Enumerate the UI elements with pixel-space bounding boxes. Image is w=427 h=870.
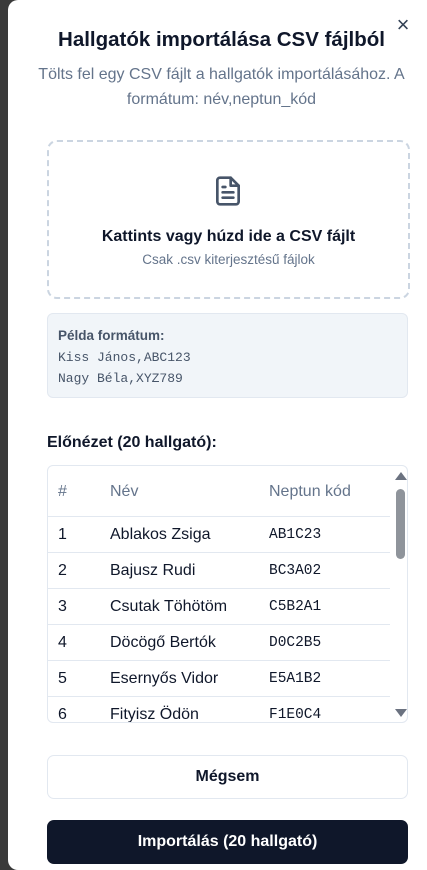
row-name: Bajusz Rudi <box>110 562 196 579</box>
example-line: Nagy Béla,XYZ789 <box>58 371 183 386</box>
dropzone-sub-text: Csak .csv kiterjesztésű fájlok <box>142 252 315 267</box>
table-row: 1 Ablakos Zsiga AB1C23 <box>48 516 390 552</box>
scroll-down-arrow-icon[interactable] <box>395 709 407 717</box>
cancel-button[interactable]: Mégsem <box>47 755 408 799</box>
row-neptun-code: F1E0C4 <box>269 707 322 723</box>
column-header-number: # <box>58 483 67 500</box>
row-number: 6 <box>58 706 67 723</box>
table-scrollbar[interactable] <box>392 466 407 722</box>
example-format-box: Példa formátum: Kiss János,ABC123 Nagy B… <box>47 313 408 398</box>
row-neptun-code: C5B2A1 <box>269 599 322 615</box>
row-number: 3 <box>58 598 67 615</box>
dropzone-main-text: Kattints vagy húzd ide a CSV fájlt <box>101 228 356 245</box>
table-row: 4 Döcögő Bertók D0C2B5 <box>48 624 390 660</box>
file-text-icon <box>216 176 240 206</box>
dialog-title: Hallgatók importálása CSV fájlból <box>58 28 385 51</box>
row-number: 2 <box>58 562 67 579</box>
preview-label: Előnézet (20 hallgató): <box>47 434 217 451</box>
dialog-subtitle: Tölts fel egy CSV fájlt a hallgatók impo… <box>38 66 405 108</box>
row-number: 4 <box>58 634 67 651</box>
row-name: Csutak Töhötöm <box>110 598 228 615</box>
preview-table[interactable]: # Név Neptun kód 1 Ablakos Zsiga AB1C23 … <box>47 465 408 723</box>
row-number: 5 <box>58 670 67 687</box>
column-header-name: Név <box>110 483 139 500</box>
row-name: Esernyős Vidor <box>110 670 219 687</box>
row-neptun-code: BC3A02 <box>269 563 322 579</box>
row-name: Fityisz Ödön <box>110 706 199 723</box>
table-row: 3 Csutak Töhötöm C5B2A1 <box>48 588 390 624</box>
scroll-up-arrow-icon[interactable] <box>395 472 407 480</box>
row-neptun-code: E5A1B2 <box>269 671 322 687</box>
row-number: 1 <box>58 526 67 543</box>
scroll-thumb[interactable] <box>396 489 405 559</box>
csv-dropzone[interactable]: Kattints vagy húzd ide a CSV fájlt Csak … <box>47 140 410 299</box>
column-header-neptun: Neptun kód <box>269 483 351 500</box>
row-name: Döcögő Bertók <box>110 634 216 651</box>
table-row: 2 Bajusz Rudi BC3A02 <box>48 552 390 588</box>
table-row: 6 Fityisz Ödön F1E0C4 <box>48 696 390 723</box>
row-neptun-code: D0C2B5 <box>269 635 322 651</box>
row-neptun-code: AB1C23 <box>269 527 322 543</box>
example-title: Példa formátum: <box>58 328 165 343</box>
import-button[interactable]: Importálás (20 hallgató) <box>47 820 408 864</box>
import-dialog: × Hallgatók importálása CSV fájlból Tölt… <box>8 0 427 870</box>
example-line: Kiss János,ABC123 <box>58 350 191 365</box>
table-row: 5 Esernyős Vidor E5A1B2 <box>48 660 390 696</box>
row-name: Ablakos Zsiga <box>110 526 211 543</box>
